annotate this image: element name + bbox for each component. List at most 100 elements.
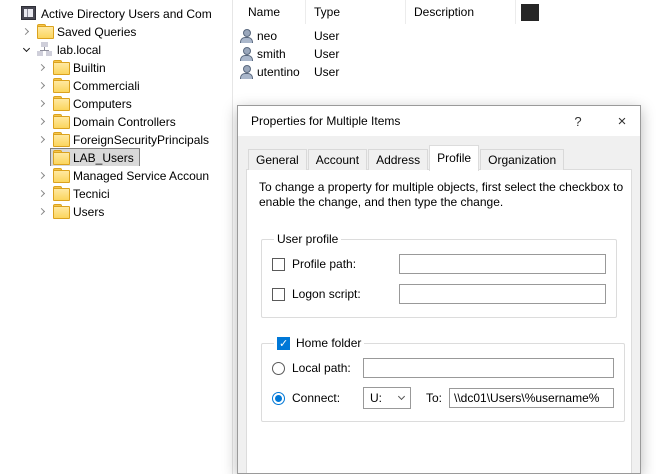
tree-item-content: Domain Controllers (50, 112, 182, 130)
tree-item-active-directory-users-and-com[interactable]: Active Directory Users and Com (0, 4, 232, 22)
list-header: NameTypeDescription (234, 0, 656, 24)
tab-profile[interactable]: Profile (429, 145, 479, 171)
chevron-right-icon[interactable] (34, 131, 50, 147)
folder-icon (53, 168, 68, 182)
connect-path-input[interactable] (449, 388, 614, 408)
tree-item-content: Computers (50, 94, 138, 112)
tree-item-saved-queries[interactable]: Saved Queries (0, 22, 232, 40)
user-type: User (306, 29, 406, 43)
tab-address[interactable]: Address (368, 149, 428, 170)
chevron-right-icon[interactable] (34, 113, 50, 129)
chevron-placeholder (2, 5, 18, 21)
profile-path-label: Profile path: (292, 257, 392, 271)
chevron-right-icon[interactable] (18, 23, 34, 39)
tree-item-commerciali[interactable]: Commerciali (0, 76, 232, 94)
tree-item-users[interactable]: Users (0, 202, 232, 220)
tree-item-content: Builtin (50, 58, 112, 76)
user-name: smith (257, 47, 286, 61)
user-profile-group: User profile Profile path: Logon script: (261, 232, 617, 318)
tree-item-label: LAB_Users (73, 150, 134, 165)
tree-item-builtin[interactable]: Builtin (0, 58, 232, 76)
drive-letter-value: U: (370, 391, 382, 405)
logon-script-input[interactable] (399, 284, 606, 304)
folder-icon (53, 114, 68, 128)
tree-item-label: Commerciali (73, 78, 140, 93)
logon-script-label: Logon script: (292, 287, 392, 301)
logon-script-checkbox[interactable] (272, 288, 285, 301)
local-path-radio[interactable] (272, 362, 285, 375)
home-folder-checkbox[interactable] (277, 337, 290, 350)
drive-letter-select[interactable]: U: (363, 387, 411, 409)
tab-organization[interactable]: Organization (480, 149, 564, 170)
properties-dialog: Properties for Multiple Items ? × Genera… (237, 105, 641, 474)
home-folder-group: Home folder Local path: Connect: U: To: (261, 336, 625, 422)
profile-path-input[interactable] (399, 254, 606, 274)
tree-item-content: ForeignSecurityPrincipals (50, 130, 215, 148)
list-row-utentino[interactable]: utentinoUser (234, 63, 656, 81)
tab-general[interactable]: General (248, 149, 307, 170)
connect-row: Connect: U: To: (272, 383, 614, 413)
tree-item-label: Users (73, 204, 104, 219)
chevron-right-icon[interactable] (34, 167, 50, 183)
tree-item-lab-users[interactable]: LAB_Users (0, 148, 232, 166)
tree-item-content: Commerciali (50, 76, 146, 94)
tree-item-label: lab.local (57, 42, 101, 57)
profile-path-checkbox[interactable] (272, 258, 285, 271)
tree-item-content: Active Directory Users and Com (18, 4, 218, 22)
tree-item-label: Saved Queries (57, 24, 136, 39)
tree-item-label: Builtin (73, 60, 106, 75)
user-name: neo (257, 29, 277, 43)
local-path-label: Local path: (292, 361, 356, 375)
folder-icon (53, 204, 68, 218)
console-tree: Active Directory Users and Com Saved Quer… (0, 0, 233, 474)
list-rows: neo User smith User utentinoUser (234, 24, 656, 81)
tree-item-content: Users (50, 202, 110, 220)
chevron-placeholder (34, 149, 50, 165)
logon-script-row: Logon script: (272, 279, 606, 309)
folder-icon (53, 96, 68, 110)
chevron-right-icon[interactable] (34, 203, 50, 219)
chevron-right-icon[interactable] (34, 77, 50, 93)
tree-item-domain-controllers[interactable]: Domain Controllers (0, 112, 232, 130)
column-header-type[interactable]: Type (306, 0, 406, 24)
tree-item-label: ForeignSecurityPrincipals (73, 132, 209, 147)
home-folder-legend: Home folder (274, 336, 364, 350)
user-name: utentino (257, 65, 300, 79)
profile-path-row: Profile path: (272, 249, 606, 279)
tree-item-label: Managed Service Accoun (73, 168, 209, 183)
tree-item-computers[interactable]: Computers (0, 94, 232, 112)
tab-account[interactable]: Account (308, 149, 367, 170)
tree-item-content: Tecnici (50, 184, 116, 202)
user-icon (239, 47, 253, 61)
folder-icon (53, 150, 68, 164)
local-path-row: Local path: (272, 353, 614, 383)
user-icon (239, 65, 253, 79)
connect-radio[interactable] (272, 392, 285, 405)
directory-icon (21, 6, 36, 20)
tree-item-content: LAB_Users (50, 148, 140, 166)
dialog-titlebar: Properties for Multiple Items ? × (238, 106, 640, 136)
tree-item-label: Domain Controllers (73, 114, 176, 129)
tree-item-label: Tecnici (73, 186, 110, 201)
tree-item-label: Active Directory Users and Com (41, 6, 212, 21)
chevron-right-icon[interactable] (34, 95, 50, 111)
chevron-right-icon[interactable] (34, 59, 50, 75)
list-row-smith[interactable]: smith User (234, 45, 656, 63)
domain-icon (37, 42, 52, 56)
local-path-input[interactable] (363, 358, 614, 378)
column-header-name[interactable]: Name (234, 0, 306, 24)
tree-item-foreignsecurityprincipals[interactable]: ForeignSecurityPrincipals (0, 130, 232, 148)
column-header-description[interactable]: Description (406, 0, 516, 24)
user-type: User (306, 47, 406, 61)
chevron-right-icon[interactable] (34, 185, 50, 201)
tree-item-managed-service-accoun[interactable]: Managed Service Accoun (0, 166, 232, 184)
tree-item-lab-local[interactable]: lab.local (0, 40, 232, 58)
help-button[interactable]: ? (562, 106, 594, 136)
close-button[interactable]: × (606, 106, 638, 136)
chevron-down-icon[interactable] (18, 41, 34, 57)
tree-item-tecnici[interactable]: Tecnici (0, 184, 232, 202)
list-row-neo[interactable]: neo User (234, 27, 656, 45)
folder-icon (53, 60, 68, 74)
folder-icon (37, 24, 52, 38)
header-dark-block (521, 4, 539, 21)
